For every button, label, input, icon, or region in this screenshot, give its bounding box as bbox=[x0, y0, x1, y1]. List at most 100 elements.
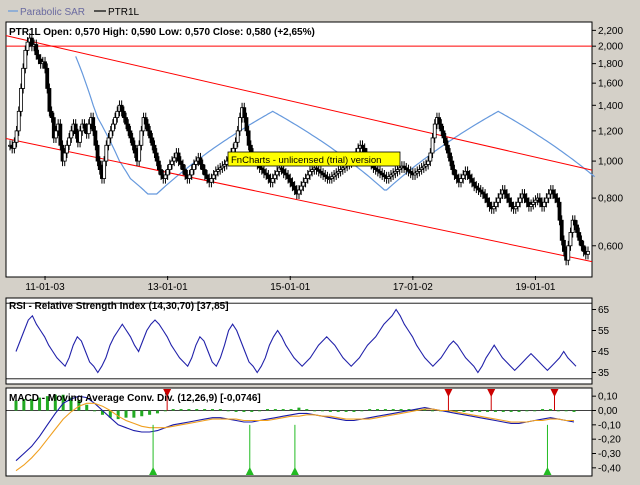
price-candle-body bbox=[483, 193, 487, 199]
macd-histogram-bar bbox=[203, 409, 207, 411]
price-candle-body bbox=[297, 189, 301, 195]
macd-histogram-bar bbox=[564, 410, 568, 412]
price-header: PTR1L Open: 0,570 High: 0,590 Low: 0,570… bbox=[9, 27, 315, 38]
price-candle-body bbox=[518, 197, 523, 203]
header-low-label: Low: bbox=[159, 27, 182, 38]
macd-histogram-bar bbox=[297, 407, 301, 411]
price-candle-body bbox=[360, 144, 365, 149]
macd-histogram-bar bbox=[509, 410, 513, 412]
macd-histogram-bar bbox=[289, 409, 293, 411]
price-candle-body bbox=[124, 117, 128, 125]
price-candle-body bbox=[445, 144, 450, 154]
price-candle-body bbox=[202, 169, 207, 176]
price-y-tick-label: 0,600 bbox=[598, 241, 623, 252]
price-candle-body bbox=[16, 110, 21, 132]
macd-histogram-bar bbox=[391, 409, 395, 411]
price-candle-body bbox=[198, 157, 203, 165]
macd-histogram-bar bbox=[470, 410, 474, 412]
price-candle-body bbox=[308, 170, 312, 176]
price-candle-body bbox=[132, 144, 137, 154]
price-candle-body bbox=[266, 174, 271, 179]
price-candle-body bbox=[58, 123, 63, 146]
price-candle-body bbox=[54, 130, 58, 139]
macd-histogram-bar bbox=[210, 409, 214, 411]
price-candle-body bbox=[581, 245, 586, 252]
legend-sar-label: Parabolic SAR bbox=[20, 7, 85, 18]
price-y-tick-label: 1,200 bbox=[598, 126, 623, 137]
price-candle-body bbox=[36, 54, 41, 60]
price-candle-body bbox=[163, 174, 168, 179]
price-x-tick-label: 11-01-03 bbox=[25, 282, 65, 293]
price-candle-body bbox=[443, 137, 448, 146]
price-candle-body bbox=[128, 130, 133, 139]
price-candle-body bbox=[507, 197, 512, 203]
price-candle-body bbox=[562, 239, 566, 252]
header-high-label: High: bbox=[103, 27, 129, 38]
price-candle-body bbox=[172, 157, 177, 162]
price-candle-body bbox=[137, 144, 142, 162]
price-candle-body bbox=[93, 130, 98, 146]
macd-histogram-bar bbox=[226, 410, 230, 412]
header-change: (+2,65%) bbox=[274, 27, 315, 38]
price-candle-body bbox=[102, 160, 107, 179]
price-candle-body bbox=[194, 160, 198, 165]
rsi-y-tick-label: 55 bbox=[598, 326, 610, 337]
price-candle-body bbox=[288, 178, 293, 183]
price-candle-body bbox=[273, 174, 277, 179]
price-candle-body bbox=[237, 117, 242, 132]
price-candle-body bbox=[189, 169, 194, 176]
price-candle-body bbox=[192, 164, 196, 170]
price-candle-body bbox=[170, 160, 174, 165]
macd-histogram-bar bbox=[305, 409, 309, 411]
price-candle-body bbox=[113, 117, 117, 125]
macd-histogram-bar bbox=[336, 410, 340, 412]
macd-histogram-bar bbox=[281, 409, 285, 411]
price-y-tick-label: 1,600 bbox=[598, 79, 623, 90]
macd-histogram-bar bbox=[85, 404, 89, 411]
header-high-value: 0,590 bbox=[131, 27, 156, 38]
header-open-label: Open: bbox=[43, 27, 72, 38]
macd-histogram-bar bbox=[344, 410, 348, 412]
macd-histogram-bar bbox=[273, 409, 277, 411]
price-candle-body bbox=[292, 185, 297, 191]
price-y-tick-label: 1,400 bbox=[598, 101, 623, 112]
macd-title: MACD - Moving Average Conv. Div. (12,26,… bbox=[9, 393, 261, 404]
price-candle-body bbox=[586, 250, 590, 255]
price-candle-body bbox=[459, 178, 463, 183]
price-candle-body bbox=[78, 130, 82, 143]
price-candle-body bbox=[159, 169, 163, 176]
price-candle-body bbox=[472, 181, 477, 187]
price-x-tick-label: 19-01-01 bbox=[515, 282, 555, 293]
chart-canvas: Parabolic SAR PTR1L 0,600 0,800 1,000 1,200… bbox=[0, 0, 640, 480]
price-candle-body bbox=[111, 123, 115, 132]
macd-histogram-bar bbox=[352, 410, 356, 412]
price-candle-body bbox=[108, 130, 113, 139]
price-candle-body bbox=[470, 178, 474, 183]
price-candle-body bbox=[178, 160, 183, 165]
chart-window: Parabolic SAR PTR1L 0,600 0,800 1,000 1,200… bbox=[0, 0, 640, 480]
macd-histogram-bar bbox=[321, 410, 325, 412]
price-candle-body bbox=[575, 224, 579, 233]
price-candle-body bbox=[115, 110, 120, 118]
macd-histogram-bar bbox=[548, 409, 552, 411]
price-candle-body bbox=[146, 123, 150, 132]
price-candle-body bbox=[450, 160, 455, 170]
price-candle-body bbox=[130, 137, 135, 146]
price-candle-body bbox=[242, 107, 247, 118]
price-candle-body bbox=[12, 141, 17, 149]
price-candle-body bbox=[454, 174, 459, 179]
price-y-tick-label: 2,200 bbox=[598, 26, 623, 37]
price-candle-body bbox=[67, 137, 72, 146]
price-candle-body bbox=[34, 44, 39, 56]
price-candle-body bbox=[233, 141, 238, 149]
price-candle-body bbox=[82, 123, 87, 129]
macd-histogram-bar bbox=[517, 410, 521, 412]
price-candle-body bbox=[502, 189, 507, 195]
price-candle-body bbox=[286, 174, 290, 179]
price-candle-body bbox=[487, 201, 492, 207]
price-candle-body bbox=[566, 245, 571, 261]
price-candle-body bbox=[522, 193, 527, 199]
price-candle-body bbox=[176, 152, 181, 162]
macd-histogram-bar bbox=[242, 410, 246, 412]
price-candle-body bbox=[65, 144, 69, 154]
